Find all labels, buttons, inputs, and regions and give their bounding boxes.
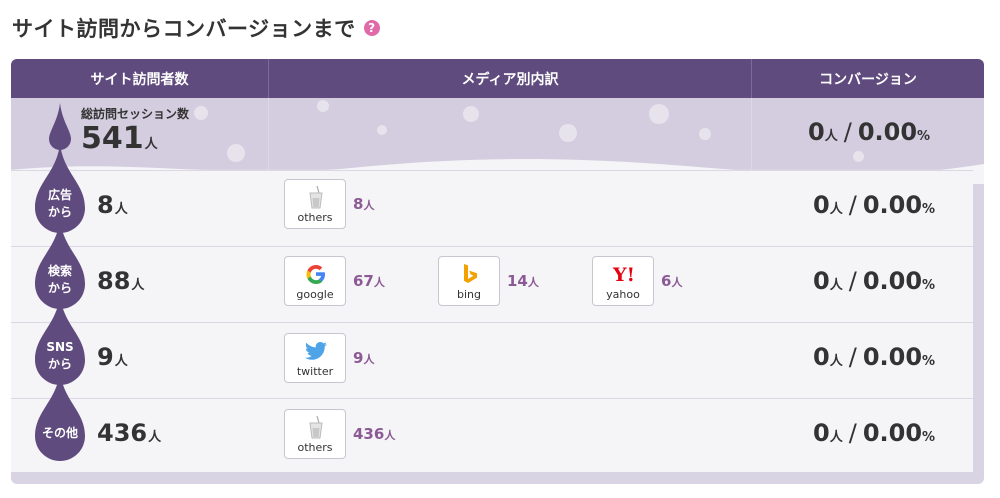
sns-conversion: 0人/0.00% (813, 343, 936, 371)
media-count: 436人 (353, 425, 396, 443)
svg-text:Y!: Y! (612, 264, 635, 286)
search-conversion: 0人/0.00% (813, 267, 936, 295)
others-cup-icon (309, 415, 323, 439)
google-icon (306, 265, 325, 284)
header-media-breakdown: メディア別内訳 (461, 71, 559, 88)
source-other-label: その他 (41, 426, 78, 440)
ads-visitor-count: 8人 (97, 191, 128, 219)
media-item-bing[interactable]: bing 14人 (438, 256, 539, 306)
search-visitor-count: 88人 (97, 267, 145, 295)
twitter-button[interactable]: twitter (284, 333, 346, 383)
total-sessions-label: 総訪問セッション数 (81, 107, 190, 121)
google-button[interactable]: google (284, 256, 346, 306)
help-icon[interactable]: ? (363, 20, 380, 36)
other-conversion: 0人/0.00% (813, 419, 936, 447)
other-visitor-count: 436人 (97, 419, 162, 447)
media-count: 9人 (353, 349, 375, 367)
others-button[interactable]: others (284, 179, 346, 229)
media-count: 8人 (353, 195, 375, 213)
media-count: 14人 (507, 272, 539, 290)
media-item-yahoo[interactable]: Y! yahoo 6人 (592, 256, 682, 306)
section-header: サイト訪問からコンバージョンまで ? (12, 12, 380, 44)
page-title: サイト訪問からコンバージョンまで (12, 17, 356, 41)
total-sessions-value: 541人 (81, 121, 158, 156)
others-cup-icon (309, 185, 323, 209)
media-item-others[interactable]: others 8人 (284, 179, 374, 229)
source-search-label: 検索 から (47, 264, 72, 295)
bing-icon (464, 264, 477, 283)
media-item-others[interactable]: others 436人 (284, 409, 395, 459)
funnel-panel: サイト訪問者数 メディア別内訳 コンバージョン 総訪問セッション数 541人 0… (11, 59, 984, 484)
media-count: 67人 (353, 272, 385, 290)
yahoo-icon: Y! (612, 264, 635, 286)
source-ads-label: 広告 から (47, 188, 72, 219)
summary-conversion: 0人/0.00% (808, 118, 931, 146)
media-item-twitter[interactable]: twitter 9人 (284, 333, 374, 383)
bing-button[interactable]: bing (438, 256, 500, 306)
table-header: サイト訪問者数 メディア別内訳 コンバージョン (11, 59, 984, 98)
twitter-icon (305, 342, 327, 360)
media-item-google[interactable]: google 67人 (284, 256, 385, 306)
header-visitors: サイト訪問者数 (90, 71, 189, 88)
yahoo-button[interactable]: Y! yahoo (592, 256, 654, 306)
header-conversion: コンバージョン (819, 71, 917, 88)
others-button[interactable]: others (284, 409, 346, 459)
source-sns-label: SNS から (46, 340, 74, 371)
media-count: 6人 (661, 272, 683, 290)
ads-conversion: 0人/0.00% (813, 191, 936, 219)
sns-visitor-count: 9人 (97, 343, 128, 371)
